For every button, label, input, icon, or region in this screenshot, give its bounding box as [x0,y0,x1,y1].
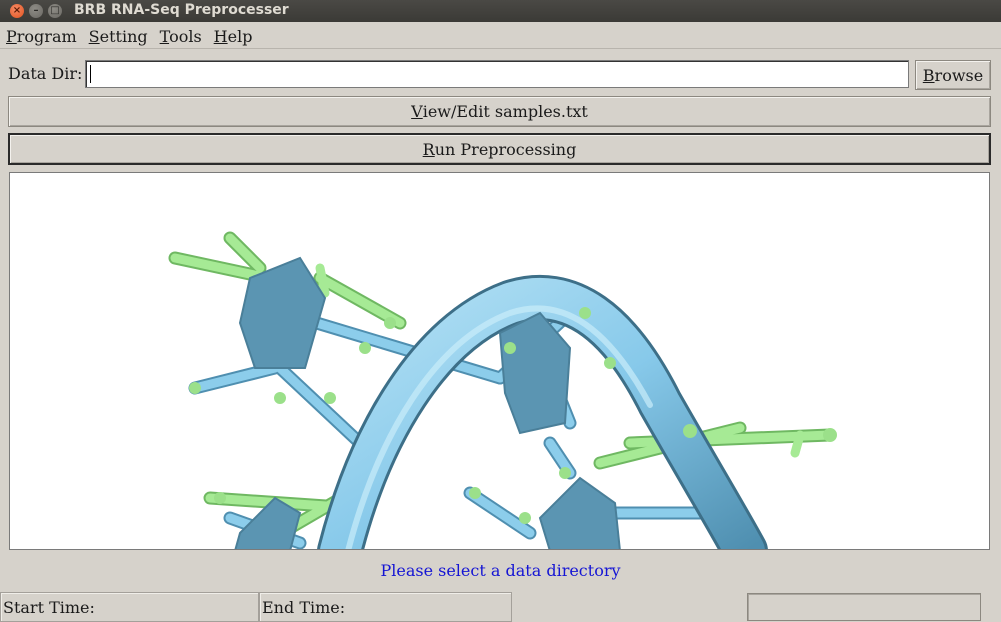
browse-mnemonic: B [922,65,935,85]
view-edit-samples-button[interactable]: View/Edit samples.txt [8,96,991,127]
status-message: Please select a data directory [380,561,621,580]
progress-bar [747,593,981,621]
text-caret [90,65,91,83]
end-time-label: End Time: [262,598,346,617]
run-preprocessing-button[interactable]: Run Preprocessing [8,133,991,165]
maximize-window-button[interactable]: □ [48,4,62,18]
minimize-icon: – [33,5,39,16]
menu-mnemonic: T [159,26,170,46]
image-panel [9,172,990,550]
title-bar: × – □ BRB RNA-Seq Preprocesser [0,0,1001,22]
end-time-cell: End Time: [259,592,512,622]
view-edit-mnemonic: V [411,102,423,121]
view-edit-label: iew/Edit samples.txt [422,102,588,121]
menu-mnemonic: H [213,26,228,46]
minimize-window-button[interactable]: – [29,4,43,18]
close-icon: × [12,5,22,16]
start-time-cell: Start Time: [0,592,259,622]
menu-help[interactable]: Help [214,27,253,46]
close-window-button[interactable]: × [10,4,24,18]
menu-setting[interactable]: Setting [89,27,148,46]
data-dir-input[interactable] [85,60,909,88]
window-title: BRB RNA-Seq Preprocesser [74,2,289,18]
menu-label: rogram [16,26,77,46]
menu-label: etting [99,26,148,46]
menu-label: elp [227,26,253,46]
menu-program[interactable]: Program [6,27,77,46]
run-mnemonic: R [422,139,435,159]
menu-tools[interactable]: Tools [160,27,202,46]
menu-bar: Program Setting Tools Help [0,24,1001,49]
browse-label: rowse [934,65,984,85]
menu-mnemonic: P [6,26,17,46]
browse-button[interactable]: Browse [915,60,991,90]
menu-mnemonic: S [88,26,100,46]
data-dir-label: Data Dir: [8,64,83,83]
run-label: un Preprocessing [434,139,577,159]
start-time-label: Start Time: [3,598,95,617]
rna-molecule-illustration [168,231,837,549]
menu-label: ools [169,26,202,46]
maximize-icon: □ [50,5,60,16]
